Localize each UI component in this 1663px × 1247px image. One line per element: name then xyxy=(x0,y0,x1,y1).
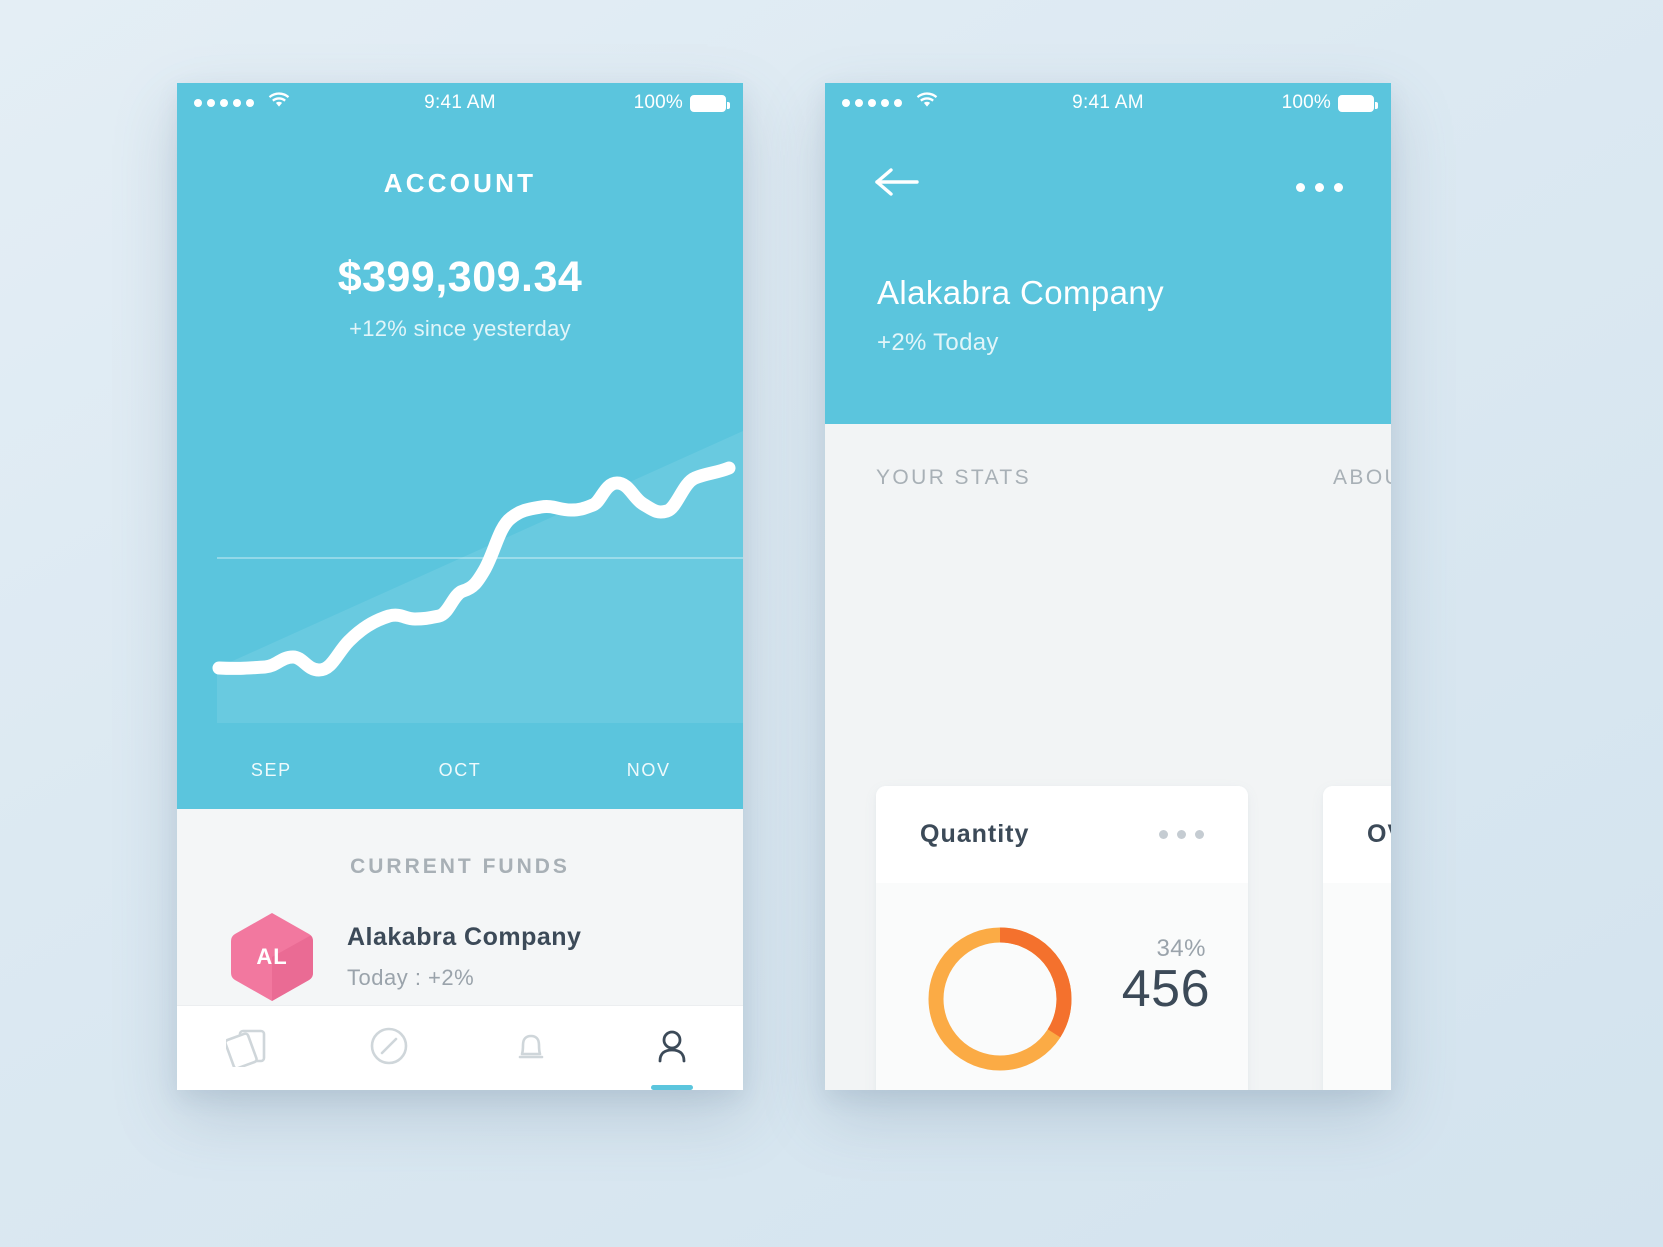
company-header: Alakabra Company +2% Today xyxy=(825,123,1391,424)
quantity-value: 456 xyxy=(1121,960,1210,1018)
tab-cards[interactable] xyxy=(177,1006,319,1090)
card-body xyxy=(1323,883,1391,1090)
wifi-icon xyxy=(916,92,938,114)
phone-screen-account: 9:41 AM 100% ACCOUNT $399,309.34 +12% si… xyxy=(177,83,743,1090)
quantity-donut-chart xyxy=(928,927,1072,1071)
card-header: Quantity xyxy=(876,786,1248,883)
status-bar-battery: 100% xyxy=(1281,92,1378,114)
more-horizontal-icon[interactable] xyxy=(1296,183,1343,192)
arrow-left-icon[interactable] xyxy=(873,165,921,204)
card-overview[interactable]: OVERVIEW xyxy=(1323,786,1391,1090)
chart-xtick-sep: SEP xyxy=(250,760,292,780)
fund-name: Alakabra Company xyxy=(347,923,582,951)
account-line-chart xyxy=(212,431,743,723)
status-bar-left: 9:41 AM 100% xyxy=(177,83,743,123)
bell-icon xyxy=(510,1025,552,1072)
battery-percent-label: 100% xyxy=(633,92,683,113)
account-hero: ACCOUNT $399,309.34 +12% since yesterday… xyxy=(177,123,743,809)
battery-full-icon xyxy=(690,94,730,112)
chart-xtick-nov: NOV xyxy=(626,760,671,780)
account-change: +12% since yesterday xyxy=(349,316,571,341)
bottom-tab-bar xyxy=(177,1006,743,1090)
company-change: +2% Today xyxy=(877,329,999,356)
tab-notifications[interactable] xyxy=(460,1006,602,1090)
card-quantity[interactable]: Quantity 34% 456 xyxy=(876,786,1248,1090)
signal-strength-icon xyxy=(194,99,254,107)
battery-percent-label: 100% xyxy=(1281,92,1331,113)
detail-body: YOUR STATS ABOUT Quantity 34% 456 OVERVI… xyxy=(825,424,1391,1090)
phone-screen-company-detail: 9:41 AM 100% Alakabra Company +2% Today … xyxy=(825,83,1391,1090)
card-header: OVERVIEW xyxy=(1323,786,1391,883)
chart-x-axis-labels: SEP OCT NOV xyxy=(177,760,743,781)
fund-change: Today : +2% xyxy=(347,965,475,990)
avatar: AL xyxy=(229,911,315,1003)
tab-compass[interactable] xyxy=(319,1006,461,1090)
tab-profile[interactable] xyxy=(602,1006,744,1090)
status-bar-battery: 100% xyxy=(633,92,730,114)
card-body: 34% 456 xyxy=(876,883,1248,1090)
section-title-about: ABOUT xyxy=(1333,466,1391,489)
section-title-current-funds: CURRENT FUNDS xyxy=(350,855,570,878)
more-horizontal-icon[interactable] xyxy=(1159,830,1204,839)
company-name: Alakabra Company xyxy=(877,274,1165,311)
cards-icon xyxy=(223,1025,270,1072)
list-item-text: Alakabra Company Today : +2% xyxy=(347,923,581,991)
wifi-icon xyxy=(268,92,290,114)
avatar-initials: AL xyxy=(256,944,288,969)
tab-active-indicator xyxy=(651,1085,694,1090)
status-bar-right: 9:41 AM 100% xyxy=(825,83,1391,123)
card-title: Quantity xyxy=(920,820,1030,848)
compass-icon xyxy=(368,1025,410,1072)
battery-full-icon xyxy=(1338,94,1378,112)
account-balance: $399,309.34 xyxy=(337,253,583,301)
signal-strength-icon xyxy=(842,99,902,107)
chart-xtick-oct: OCT xyxy=(438,760,482,780)
section-title-your-stats: YOUR STATS xyxy=(876,466,1032,489)
page-title: ACCOUNT xyxy=(383,168,537,198)
list-item[interactable]: AL Alakabra Company Today : +2% xyxy=(177,879,743,1025)
card-title: OVERVIEW xyxy=(1367,820,1391,848)
person-icon xyxy=(651,1025,693,1072)
